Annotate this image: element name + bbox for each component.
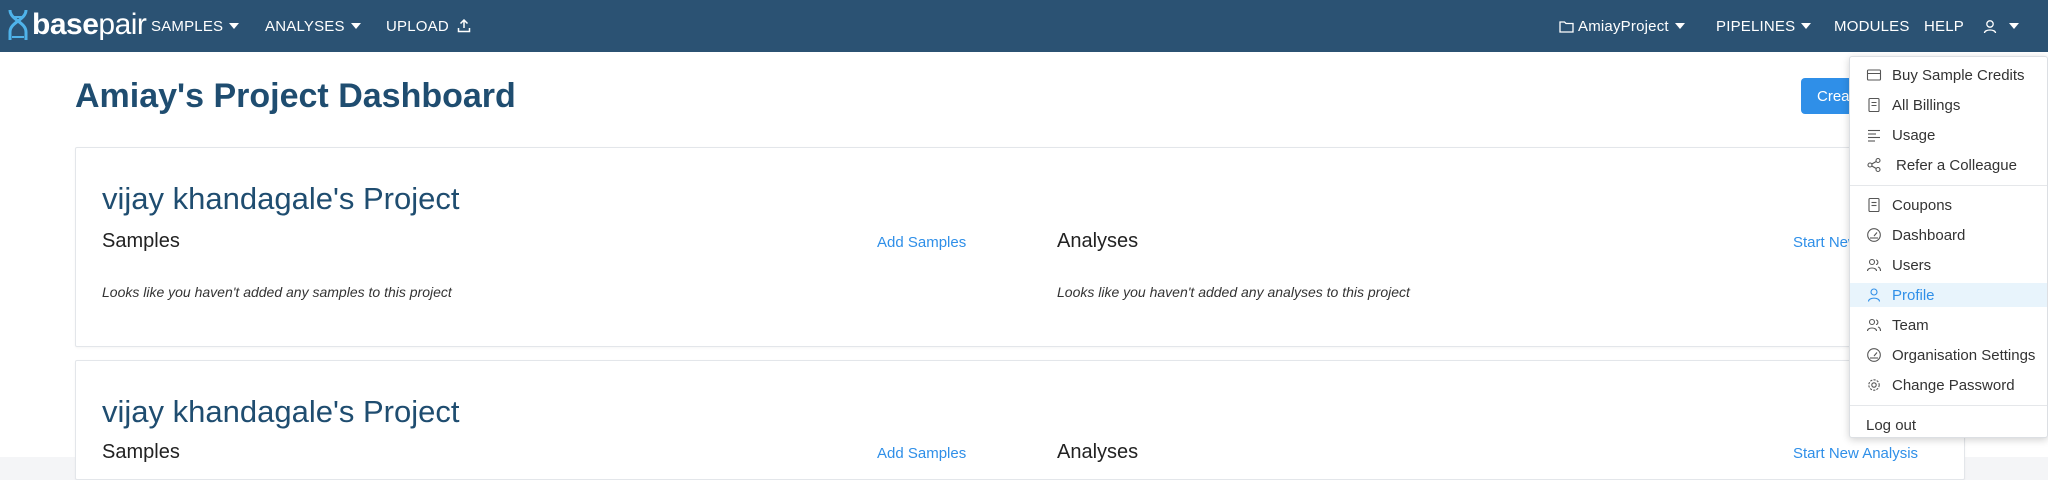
analyses-heading: Analyses <box>1057 441 1139 463</box>
project-title: vijay khandagale's Project <box>102 394 460 429</box>
upload-icon <box>457 19 471 33</box>
nav-pipelines-label: PIPELINES <box>1716 17 1796 35</box>
nav-samples[interactable]: SAMPLES <box>151 0 240 52</box>
nav-help-label: HELP <box>1924 17 1964 35</box>
add-samples-link[interactable]: Add Samples <box>877 445 966 462</box>
logo-text: basepair <box>32 8 147 41</box>
nav-pipelines[interactable]: PIPELINES <box>1716 0 1812 52</box>
add-samples-link[interactable]: Add Samples <box>877 234 966 251</box>
dashboard-page: Amiay's Project Dashboard Create vijay k… <box>0 52 2048 480</box>
menu-item-coupons[interactable]: Coupons <box>1850 193 2047 217</box>
nav-project-label: AmiayProject <box>1578 17 1669 35</box>
folder-icon <box>1559 20 1574 33</box>
project-card: vijay khandagale's Project Samples Add S… <box>75 360 1965 480</box>
menu-item-label: Organisation Settings <box>1892 346 2036 364</box>
chevron-down-icon <box>229 23 240 29</box>
menu-item-profile[interactable]: Profile <box>1850 283 2047 307</box>
analyses-heading: Analyses <box>1057 230 1139 252</box>
receipt-icon <box>1868 197 1880 213</box>
nav-upload[interactable]: UPLOAD <box>386 0 471 52</box>
menu-item-dashboard[interactable]: Dashboard <box>1850 223 2047 247</box>
user-menu-toggle[interactable] <box>1983 0 2019 52</box>
menu-item-label: Usage <box>1892 126 1936 144</box>
menu-item-all-billings[interactable]: All Billings <box>1850 93 2047 117</box>
nav-modules-label: MODULES <box>1834 17 1910 35</box>
gear-icon <box>1868 379 1880 391</box>
nav-samples-label: SAMPLES <box>151 17 224 35</box>
user-icon <box>1867 288 1881 302</box>
menu-item-label: Profile <box>1892 286 1935 304</box>
nav-project-selector[interactable]: AmiayProject <box>1559 0 1685 52</box>
menu-item-organisation-settings[interactable]: Organisation Settings <box>1850 343 2047 367</box>
chevron-down-icon <box>350 23 361 29</box>
menu-item-label: Buy Sample Credits <box>1892 66 2025 84</box>
receipt-icon <box>1868 97 1880 113</box>
chevron-down-icon <box>1674 23 1685 29</box>
page-title: Amiay's Project Dashboard <box>75 77 516 115</box>
menu-item-label: Team <box>1892 316 1929 334</box>
menu-item-usage[interactable]: Usage <box>1850 123 2047 147</box>
menu-item-label: Refer a Colleague <box>1896 156 2017 174</box>
menu-item-users[interactable]: Users <box>1850 253 2047 277</box>
analyses-empty-message: Looks like you haven't added any analyse… <box>1057 284 1410 300</box>
menu-item-refer-a-colleague[interactable]: Refer a Colleague <box>1850 153 2047 177</box>
nav-analyses[interactable]: ANALYSES <box>265 0 361 52</box>
menu-divider <box>1850 405 2047 406</box>
chevron-down-icon <box>1801 23 1812 29</box>
menu-item-label: Users <box>1892 256 1932 274</box>
user-dropdown-menu: Buy Sample Credits All Billings Usage Re… <box>1849 56 2048 438</box>
dna-icon <box>8 9 28 40</box>
menu-item-team[interactable]: Team <box>1850 313 2047 337</box>
nav-analyses-label: ANALYSES <box>265 17 345 35</box>
project-title: vijay khandagale's Project <box>102 181 460 216</box>
menu-item-label: Log out <box>1866 416 1917 434</box>
start-new-analysis-link[interactable]: Start New Analysis <box>1793 445 1918 462</box>
basepair-logo[interactable]: basepair <box>6 8 147 42</box>
menu-divider <box>1850 185 2047 186</box>
dashboard-icon <box>1867 228 1881 242</box>
align-left-icon <box>1868 129 1880 142</box>
nav-upload-label: UPLOAD <box>386 17 449 35</box>
menu-item-label: Dashboard <box>1892 226 1966 244</box>
menu-item-change-password[interactable]: Change Password <box>1850 373 2047 397</box>
project-card: vijay khandagale's Project Samples Add S… <box>75 147 1965 347</box>
samples-heading: Samples <box>102 230 180 252</box>
nav-help[interactable]: HELP <box>1924 0 1964 52</box>
share-icon <box>1867 157 1881 173</box>
dashboard-icon <box>1867 348 1881 362</box>
chevron-down-icon <box>2009 23 2019 29</box>
users-icon <box>1866 318 1882 332</box>
samples-heading: Samples <box>102 441 180 463</box>
menu-item-label: Coupons <box>1892 196 1953 214</box>
menu-item-log-out[interactable]: Log out <box>1850 413 2047 437</box>
credit-card-icon <box>1866 69 1882 81</box>
top-navbar: basepair SAMPLES ANALYSES UPLOAD AmiayPr… <box>0 0 2048 52</box>
samples-empty-message: Looks like you haven't added any samples… <box>102 284 452 300</box>
users-icon <box>1866 258 1882 272</box>
menu-item-buy-sample-credits[interactable]: Buy Sample Credits <box>1850 63 2047 87</box>
menu-item-label: All Billings <box>1892 96 1961 114</box>
user-icon <box>1983 19 1997 33</box>
nav-modules[interactable]: MODULES <box>1834 0 1910 52</box>
menu-item-label: Change Password <box>1892 376 2015 394</box>
